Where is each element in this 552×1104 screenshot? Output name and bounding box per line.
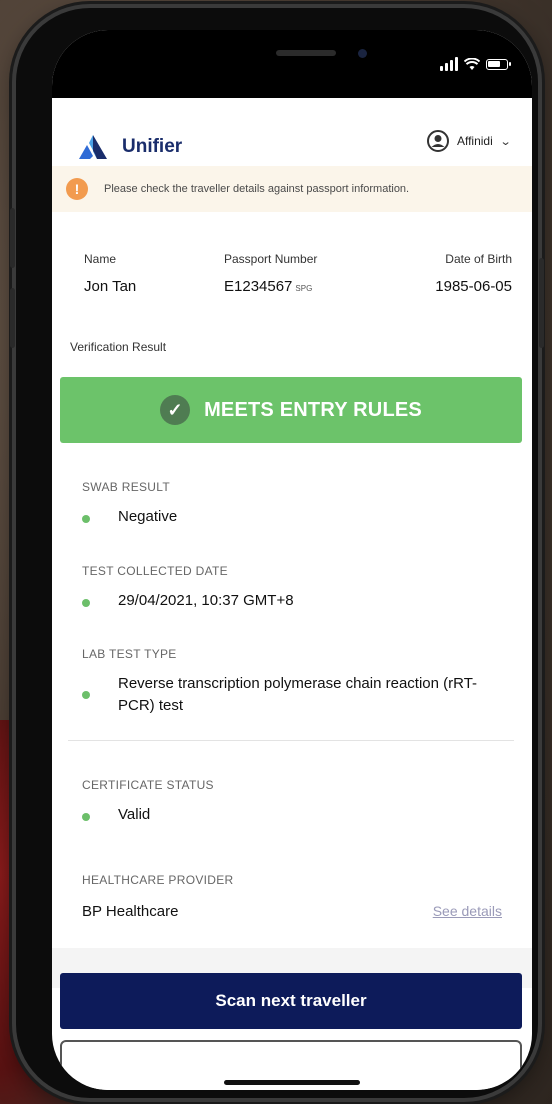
name-column: Name Jon Tan: [84, 252, 136, 295]
verification-result-banner: ✓ MEETS ENTRY RULES: [60, 377, 522, 443]
name-value: Jon Tan: [84, 278, 137, 295]
check-icon: ✓: [160, 395, 191, 425]
passport-value: E1234567 SPG: [224, 278, 317, 295]
user-icon: [426, 130, 449, 152]
signal-icon: [440, 57, 458, 71]
home-indicator[interactable]: [224, 1080, 360, 1085]
passport-country: SPG: [295, 284, 313, 293]
test-date-field: TEST COLLECTED DATE 29/04/2021, 10:37 GM…: [82, 564, 512, 612]
status-dot: [82, 813, 90, 821]
passport-label: Passport Number: [224, 252, 318, 266]
unifier-logo-icon: [79, 135, 107, 159]
provider-name: BP Healthcare: [82, 903, 179, 920]
warning-icon: !: [66, 178, 88, 200]
wifi-icon: [464, 57, 480, 70]
divider: [68, 740, 514, 741]
dob-column: Date of Birth 1985-06-05: [435, 252, 512, 295]
volume-button: [10, 208, 15, 268]
dob-value: 1985-06-05: [435, 278, 512, 295]
verification-result: MEETS ENTRY RULES: [204, 398, 422, 421]
lab-test-type-field: LAB TEST TYPE Reverse transcription poly…: [82, 647, 512, 717]
field-label: SWAB RESULT: [82, 480, 170, 494]
notch: [242, 30, 392, 64]
verification-label: Verification Result: [70, 340, 167, 354]
field-value: Reverse transcription polymerase chain r…: [118, 675, 478, 714]
field-value: 29/04/2021, 10:37 GMT+8: [118, 592, 294, 609]
phone-screen: Unifier Affinidi ⌄ ! Please check the tr…: [52, 30, 532, 1090]
chevron-down-icon: ⌄: [499, 135, 512, 148]
field-label: CERTIFICATE STATUS: [82, 778, 214, 792]
field-label: LAB TEST TYPE: [82, 647, 177, 661]
front-camera: [358, 49, 367, 58]
field-value: Negative: [118, 508, 178, 525]
status-icons: [440, 56, 511, 72]
app-brand: Unifier: [122, 136, 183, 157]
passport-column: Passport Number E1234567 SPG: [224, 252, 317, 295]
status-dot: [82, 691, 90, 699]
passport-number: E1234567: [224, 278, 293, 295]
phone-frame: Unifier Affinidi ⌄ ! Please check the tr…: [10, 8, 544, 1098]
status-dot: [82, 515, 90, 523]
swab-result-field: SWAB RESULT Negative: [82, 480, 512, 528]
see-details-link[interactable]: See details: [433, 903, 502, 920]
account-menu[interactable]: Affinidi ⌄: [426, 130, 512, 152]
power-button: [539, 258, 544, 348]
notice-banner: ! Please check the traveller details aga…: [52, 166, 532, 212]
healthcare-provider-field: HEALTHCARE PROVIDER BP Healthcare See de…: [82, 873, 502, 920]
battery-icon: [486, 58, 511, 70]
dob-label: Date of Birth: [445, 252, 512, 266]
notice-text: Please check the traveller details again…: [104, 183, 410, 195]
field-label: TEST COLLECTED DATE: [82, 564, 228, 578]
status-dot: [82, 599, 90, 607]
certificate-status-field: CERTIFICATE STATUS Valid: [82, 778, 512, 826]
field-value: Valid: [118, 806, 151, 823]
speaker: [276, 50, 336, 56]
provider-label: HEALTHCARE PROVIDER: [82, 873, 234, 887]
scan-next-traveller-button[interactable]: Scan next traveller: [60, 973, 522, 1029]
volume-button: [10, 288, 15, 348]
account-name: Affinidi: [456, 134, 493, 148]
status-bar: [52, 30, 532, 98]
name-label: Name: [84, 252, 117, 266]
